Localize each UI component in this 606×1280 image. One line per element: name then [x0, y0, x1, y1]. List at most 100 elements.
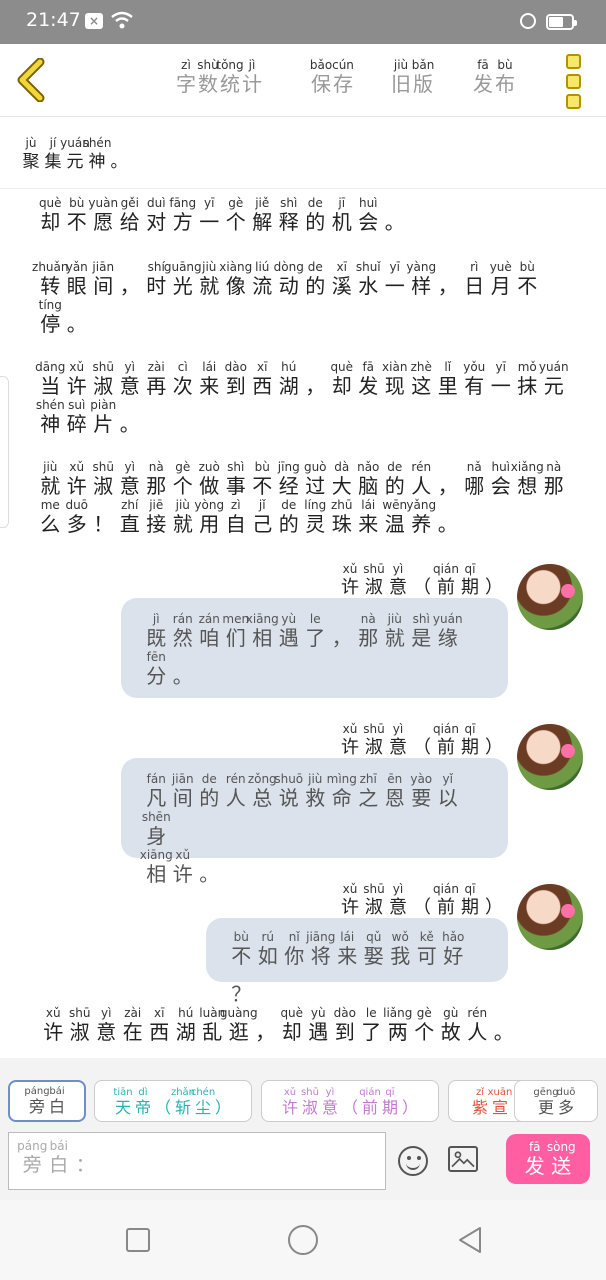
pinyin: nà [546, 460, 562, 474]
pinyin: què [280, 1006, 304, 1020]
narration-paragraph: jiù 就 xǔ 许 shū 淑 yì 意 nà 那 gè 个 zuò 做 shì 事 bù 不 jīng 经 guò 过… [37, 460, 577, 536]
pinyin: xǔ [69, 460, 85, 474]
save-button[interactable]: bǎo 保 cún 存 [310, 58, 354, 96]
pinyin: líng [304, 498, 327, 512]
hanzi: 间 [172, 786, 193, 810]
hanzi: 停 [40, 312, 61, 336]
hanzi: 直 [119, 512, 140, 536]
status-time: 21:47 [26, 9, 81, 31]
pinyin: mìng [326, 772, 357, 786]
pinyin: xǔ [342, 722, 358, 736]
word-count-button[interactable]: zì 字 shù 数 tǒng 统 jì 计 [175, 58, 263, 96]
ruby-char: xī 西 [249, 360, 276, 398]
ruby-char: kě 可 [414, 930, 441, 968]
emoji-icon[interactable] [398, 1146, 428, 1176]
ruby-char: yàng 样 [406, 260, 436, 298]
recents-icon[interactable] [126, 1228, 150, 1252]
avatar[interactable] [517, 724, 583, 790]
hanzi: 元 [543, 374, 564, 398]
ruby-char: yǒu 有 [461, 360, 488, 398]
ruby-char: zài 在 [120, 1006, 147, 1044]
avatar[interactable] [517, 884, 583, 950]
send-button[interactable]: fā 发 sòng 送 [506, 1134, 590, 1184]
pinyin: jiāng [306, 930, 336, 944]
ruby-char: qī 期 [458, 722, 482, 760]
hanzi: 像 [225, 274, 246, 298]
hanzi: 现 [384, 374, 405, 398]
pinyin: liú [255, 260, 270, 274]
ruby-char: chén 尘 [191, 1087, 215, 1117]
old-version-button[interactable]: jiù 旧 bǎn 版 [390, 58, 434, 96]
ruby-char: 。 [196, 848, 223, 886]
pinyin: zǒng [247, 772, 277, 786]
pinyin: dào [333, 1006, 356, 1020]
pinyin: yào [410, 772, 433, 786]
ruby-char: 。 [491, 1006, 518, 1044]
ruby-char: bǎo 保 [310, 58, 332, 96]
hanzi: 抹 [517, 374, 538, 398]
pinyin: gè [416, 1006, 432, 1020]
pinyin: shū [69, 1006, 91, 1020]
home-icon[interactable] [288, 1225, 318, 1255]
pinyin: shuǐ [355, 260, 381, 274]
hanzi: ） [485, 577, 503, 598]
ruby-char: 。 [170, 650, 197, 688]
ruby-char: bǎn 版 [412, 58, 435, 96]
pinyin: jì [152, 612, 160, 626]
hanzi: 逛 [228, 1020, 249, 1044]
more-menu-icon[interactable] [566, 54, 582, 114]
ruby-char: xǔ 许 [338, 882, 362, 920]
more-roles-button[interactable]: gēng 更 duō 多 [514, 1080, 598, 1122]
role-button-narrator[interactable]: páng 旁 bái 白 [8, 1080, 86, 1122]
hanzi: 转 [40, 274, 61, 298]
publish-button[interactable]: fā 发 bù 布 [472, 58, 516, 96]
ruby-char: tiān 天 [113, 1087, 133, 1117]
speaker-name: xǔ 许 shū 淑 yì 意（qián 前 qī 期） [338, 722, 506, 760]
avatar[interactable] [517, 564, 583, 630]
ruby-char: lái 来 [196, 360, 223, 398]
pinyin: wǒ [391, 930, 409, 944]
role-button-xushuyi[interactable]: xǔ 许 shū 淑 yì 意（qián 前 qī 期） [261, 1080, 439, 1122]
ruby-char: liǎng 两 [383, 1006, 412, 1044]
hanzi: 前 [361, 1098, 378, 1117]
hanzi: 的 [384, 474, 405, 498]
text-line: zhuǎn 转 yǎn 眼 jiān 间， shí 时 guāng 光 jiù 就 xiàng 像 liú 流… [32, 260, 577, 298]
chat-bubble[interactable]: bù 不 rú 如 nǐ 你 jiāng 将 lái 来 qǔ 娶 wǒ 我 kě 可 hǎo 好？ [206, 918, 508, 1006]
ruby-char: què 却 [329, 360, 356, 398]
pinyin: duō [65, 498, 89, 512]
ruby-char: qián 前 [433, 562, 459, 600]
ruby-char: rú 如 [255, 930, 282, 968]
back-chevron-icon[interactable] [14, 58, 48, 102]
ruby-char: yì 意 [117, 460, 144, 498]
ruby-char: shū 淑 [362, 562, 386, 600]
hanzi: 了 [361, 1020, 382, 1044]
message-input[interactable]: páng 旁 bái 白： [8, 1132, 386, 1190]
chat-bubble[interactable]: jì 既 rán 然 zán 咱 men 们 xiāng 相 yù 遇 le 了， nà 那 jiù 就 shì 是 y… [121, 598, 508, 698]
hanzi: 斩 [174, 1098, 191, 1117]
hanzi: 多 [557, 1098, 574, 1117]
ruby-char: bù 布 [494, 58, 516, 96]
nav-back-icon[interactable] [456, 1225, 484, 1255]
text-line: fēn 分。 [143, 650, 486, 688]
chat-bubble[interactable]: fán 凡 jiān 间 de 的 rén 人 zǒng 总 shuō 说 jiù 救 mìng 命 zhī 之 ē… [121, 758, 508, 886]
hanzi: 解 [252, 210, 273, 234]
role-button-tiandi[interactable]: tiān 天 dì 帝（zhǎn 斩 chén 尘） [94, 1080, 252, 1122]
ruby-char: ， [435, 260, 462, 298]
composer-panel: páng 旁 bái 白 tiān 天 dì 帝（zhǎn 斩 chén 尘） xǔ 许 shū 淑 yì… [0, 1058, 606, 1200]
ruby-char: le 了 [302, 612, 329, 650]
hanzi: 是 [411, 626, 432, 650]
hanzi: 淑 [365, 577, 383, 598]
ruby-char: ！ [90, 498, 117, 536]
ruby-char: jǐ 己 [249, 498, 276, 536]
ruby-char: jù 聚 [20, 136, 42, 174]
ruby-char: jiù 就 [170, 498, 197, 536]
image-icon[interactable] [448, 1146, 478, 1172]
text-line: xǔ 许 shū 淑 yì 意 zài 在 xī 西 hú 湖 luàn 乱 guàng 逛， què 却 yù 遇 d… [40, 1006, 580, 1044]
ruby-char: jì 计 [241, 58, 263, 96]
hanzi: 前 [437, 577, 455, 598]
hanzi: 。 [172, 664, 193, 688]
hanzi: 。 [384, 210, 405, 234]
hanzi: 不 [252, 474, 273, 498]
hanzi: 一 [199, 210, 220, 234]
ruby-char: páng 旁 [17, 1139, 47, 1177]
